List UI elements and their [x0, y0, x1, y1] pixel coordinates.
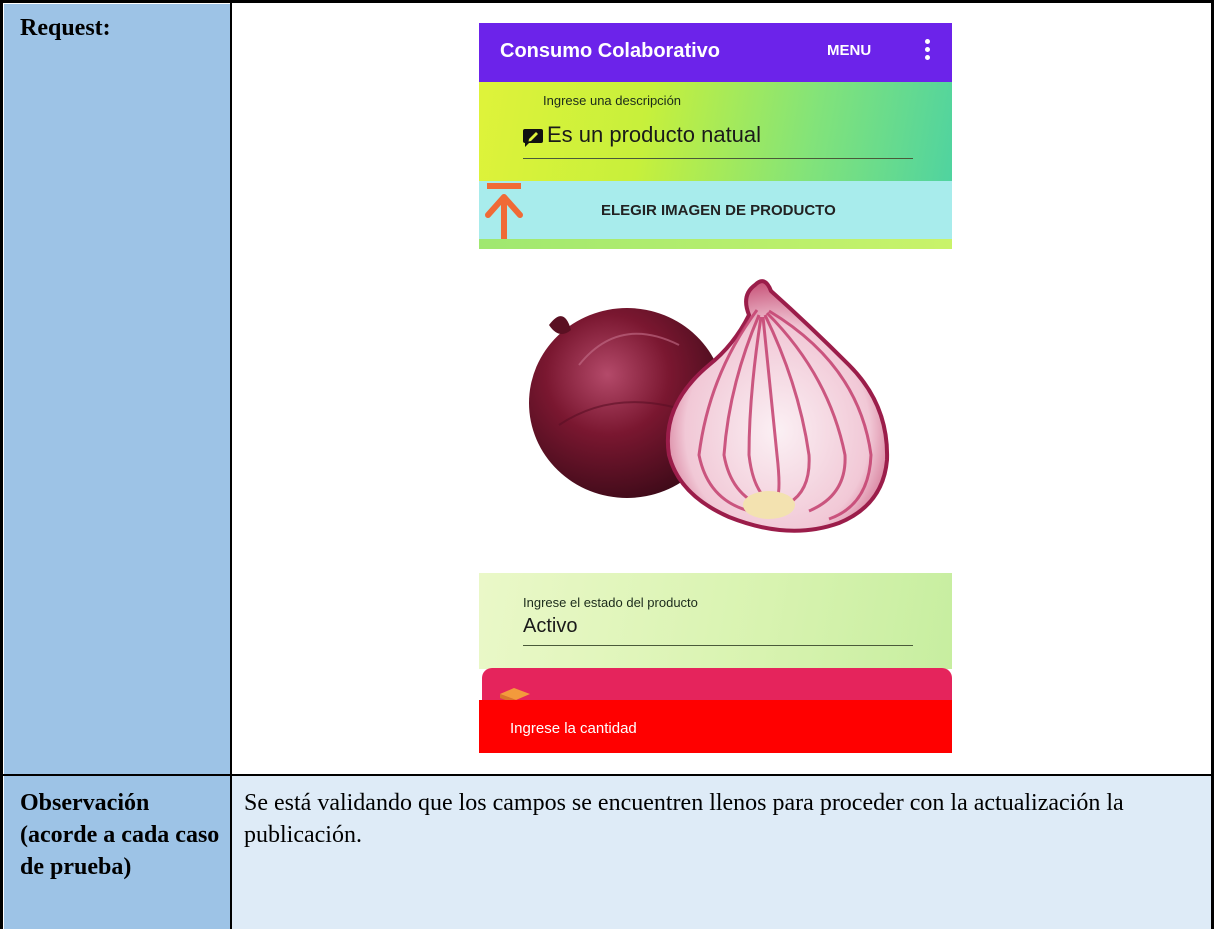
app-screenshot: Consumo Colaborativo MENU Ingrese una de…	[479, 23, 952, 753]
observation-label-cell: Observación (acorde a cada caso de prueb…	[4, 776, 230, 929]
observation-label: Observación (acorde a cada caso de prueb…	[20, 790, 220, 880]
choose-image-label: ELEGIR IMAGEN DE PRODUCTO	[601, 202, 836, 219]
state-hint: Ingrese el estado del producto	[523, 595, 698, 610]
validation-toast: Ingrese la cantidad	[479, 700, 952, 753]
menu-button[interactable]: MENU	[827, 42, 871, 59]
description-input[interactable]: Es un producto natual	[523, 120, 913, 159]
more-vert-icon[interactable]	[925, 39, 931, 61]
test-case-table: Request: Observación (acorde a cada caso…	[0, 0, 1214, 929]
description-field[interactable]: Ingrese una descripción Es un producto n…	[479, 82, 952, 192]
state-value: Activo	[523, 615, 578, 637]
choose-image-button[interactable]: ELEGIR IMAGEN DE PRODUCTO	[479, 181, 952, 239]
request-label-cell: Request:	[4, 4, 230, 774]
table-border-top	[0, 0, 1214, 3]
table-border-left	[0, 0, 3, 929]
toast-message: Ingrese la cantidad	[510, 720, 637, 737]
state-field[interactable]: Ingrese el estado del producto Activo	[479, 573, 952, 669]
description-hint: Ingrese una descripción	[543, 93, 682, 108]
edit-icon	[523, 129, 543, 147]
table-border-middle	[0, 774, 1214, 776]
description-value: Es un producto natual	[547, 122, 762, 147]
app-bar: Consumo Colaborativo MENU	[479, 23, 952, 82]
app-title: Consumo Colaborativo	[500, 40, 721, 62]
decorative-strip	[479, 239, 952, 249]
table-border-divider	[230, 0, 232, 929]
observation-content-cell: Se está validando que los campos se encu…	[232, 776, 1212, 929]
observation-text: Se está validando que los campos se encu…	[244, 790, 1124, 848]
red-onion-image	[529, 279, 890, 533]
state-input[interactable]: Activo	[523, 615, 913, 646]
upload-arrow-icon	[485, 183, 523, 239]
request-label: Request:	[20, 15, 111, 41]
